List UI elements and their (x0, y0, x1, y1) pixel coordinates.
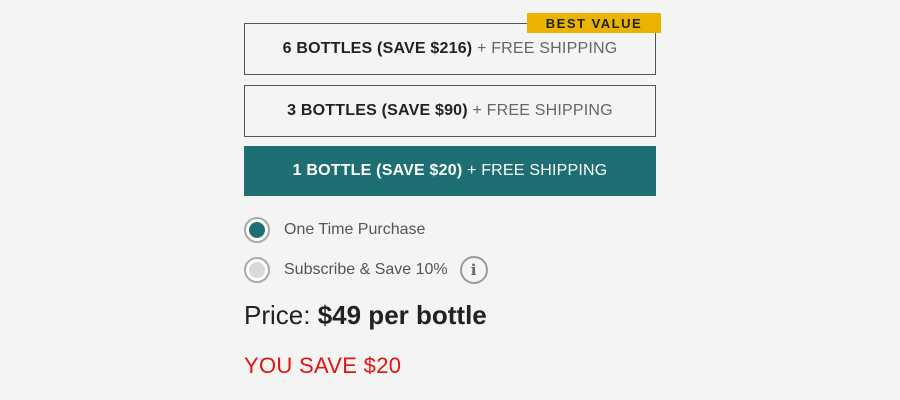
radio-selected-dot (249, 222, 265, 238)
savings-text: YOU SAVE $20 (244, 353, 402, 378)
radio-unselected-dot (249, 262, 265, 278)
option-1-bottle-title: 1 BOTTLE (SAVE $20) (292, 162, 463, 179)
best-value-badge: BEST VALUE (527, 13, 661, 33)
info-icon[interactable]: i (459, 256, 488, 284)
option-6-bottles-shipping: + FREE SHIPPING (477, 40, 618, 57)
subscribe-save-radio[interactable] (244, 257, 270, 283)
price-line: Price: $49 per bottle (244, 300, 487, 331)
option-3-bottles-button[interactable]: 3 BOTTLES (SAVE $90) + FREE SHIPPING (244, 85, 656, 137)
option-1-bottle-shipping: + FREE SHIPPING (467, 162, 608, 179)
option-3-bottles-shipping: + FREE SHIPPING (472, 102, 613, 119)
one-time-purchase-radio[interactable] (244, 217, 270, 243)
price-value: $49 per bottle (317, 300, 487, 330)
one-time-purchase-label: One Time Purchase (284, 221, 426, 238)
option-6-bottles-title: 6 BOTTLES (SAVE $216) (282, 40, 473, 57)
option-3-bottles-title: 3 BOTTLES (SAVE $90) (287, 102, 468, 119)
price-label: Price: (244, 300, 311, 330)
option-1-bottle-button[interactable]: 1 BOTTLE (SAVE $20) + FREE SHIPPING (244, 146, 656, 196)
one-time-purchase-option[interactable]: One Time Purchase (244, 215, 425, 245)
subscribe-save-label: Subscribe & Save 10% (284, 261, 448, 278)
subscribe-save-option[interactable]: Subscribe & Save 10% i (244, 255, 488, 285)
